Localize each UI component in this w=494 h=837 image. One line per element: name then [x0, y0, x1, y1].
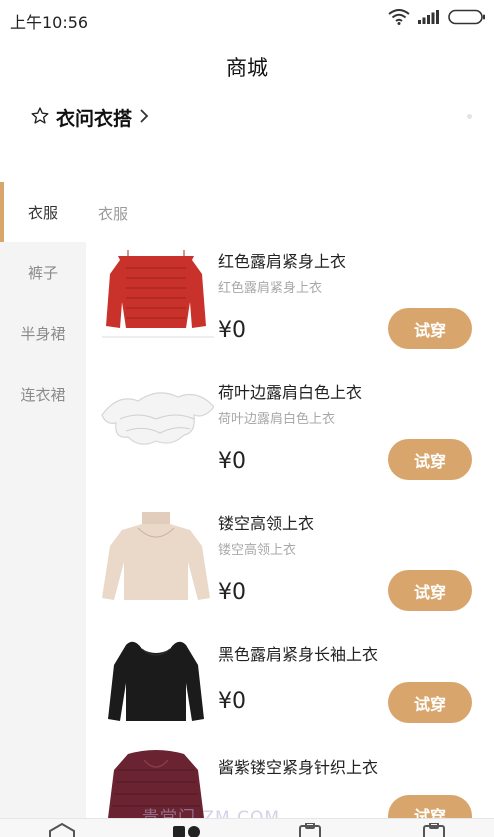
signal-icon — [418, 10, 440, 24]
sidebar-item-dresses[interactable]: 连衣裙 — [0, 364, 86, 424]
product-item[interactable]: 镂空高领上衣 镂空高领上衣 ¥0 试穿 — [98, 506, 484, 626]
product-name: 红色露肩紧身上衣 — [218, 252, 347, 271]
shop-icon[interactable] — [172, 823, 202, 837]
brand-entry[interactable]: 衣问衣搭 — [30, 104, 150, 131]
product-subtitle: 镂空高领上衣 — [218, 543, 297, 558]
sidebar-item-label: 衣服 — [27, 203, 58, 222]
product-image — [98, 637, 214, 737]
product-name: 荷叶边露肩白色上衣 — [218, 383, 363, 402]
try-on-button[interactable]: 试穿 — [388, 795, 472, 818]
try-on-button[interactable]: 试穿 — [388, 439, 472, 480]
sidebar-item-label: 连衣裙 — [20, 385, 66, 404]
home-icon[interactable] — [48, 822, 76, 837]
sidebar-item-label: 半身裙 — [20, 324, 66, 343]
product-subtitle: 荷叶边露肩白色上衣 — [218, 412, 336, 427]
try-on-button[interactable]: 试穿 — [388, 682, 472, 723]
try-on-button[interactable]: 试穿 — [388, 570, 472, 611]
chevron-right-icon — [138, 107, 150, 129]
product-price: ¥0 — [218, 580, 246, 605]
page-title: 商城 — [226, 56, 268, 80]
try-on-button[interactable]: 试穿 — [388, 308, 472, 349]
sidebar-item-pants[interactable]: 裤子 — [0, 242, 86, 302]
product-image — [98, 375, 215, 475]
status-time: 上午10:56 — [10, 13, 89, 32]
section-title: 衣服 — [98, 205, 129, 223]
wifi-icon — [388, 9, 410, 25]
product-item[interactable]: 黑色露肩紧身长袖上衣 ¥0 试穿 — [98, 637, 484, 757]
battery-icon — [448, 9, 486, 25]
product-image — [98, 244, 214, 344]
status-bar: 上午10:56 — [0, 0, 494, 38]
product-subtitle: 红色露肩紧身上衣 — [218, 281, 323, 296]
status-icons — [388, 9, 486, 25]
profile-icon[interactable] — [422, 822, 446, 837]
sidebar-item-skirts[interactable]: 半身裙 — [0, 303, 86, 363]
page-dot — [467, 114, 472, 119]
product-name: 镂空高领上衣 — [218, 514, 315, 533]
product-item[interactable]: 荷叶边露肩白色上衣 荷叶边露肩白色上衣 ¥0 试穿 — [98, 375, 484, 495]
bottom-tab-bar — [0, 818, 494, 837]
product-price: ¥0 — [218, 318, 246, 343]
sidebar-item-label: 裤子 — [27, 263, 58, 282]
product-name: 酱紫镂空紧身针织上衣 — [218, 758, 379, 777]
brand-name: 衣问衣搭 — [56, 108, 133, 130]
product-item[interactable]: 红色露肩紧身上衣 红色露肩紧身上衣 ¥0 试穿 — [98, 244, 484, 364]
product-price: ¥0 — [218, 449, 246, 474]
product-image — [98, 506, 214, 606]
product-price: ¥0 — [218, 689, 246, 714]
product-name: 黑色露肩紧身长袖上衣 — [218, 645, 379, 664]
wardrobe-icon[interactable] — [298, 822, 322, 837]
sidebar-item-clothes[interactable]: 衣服 — [0, 182, 86, 242]
star-icon — [30, 106, 50, 130]
category-sidebar: 衣服 裤子 半身裙 连衣裙 — [0, 182, 86, 822]
